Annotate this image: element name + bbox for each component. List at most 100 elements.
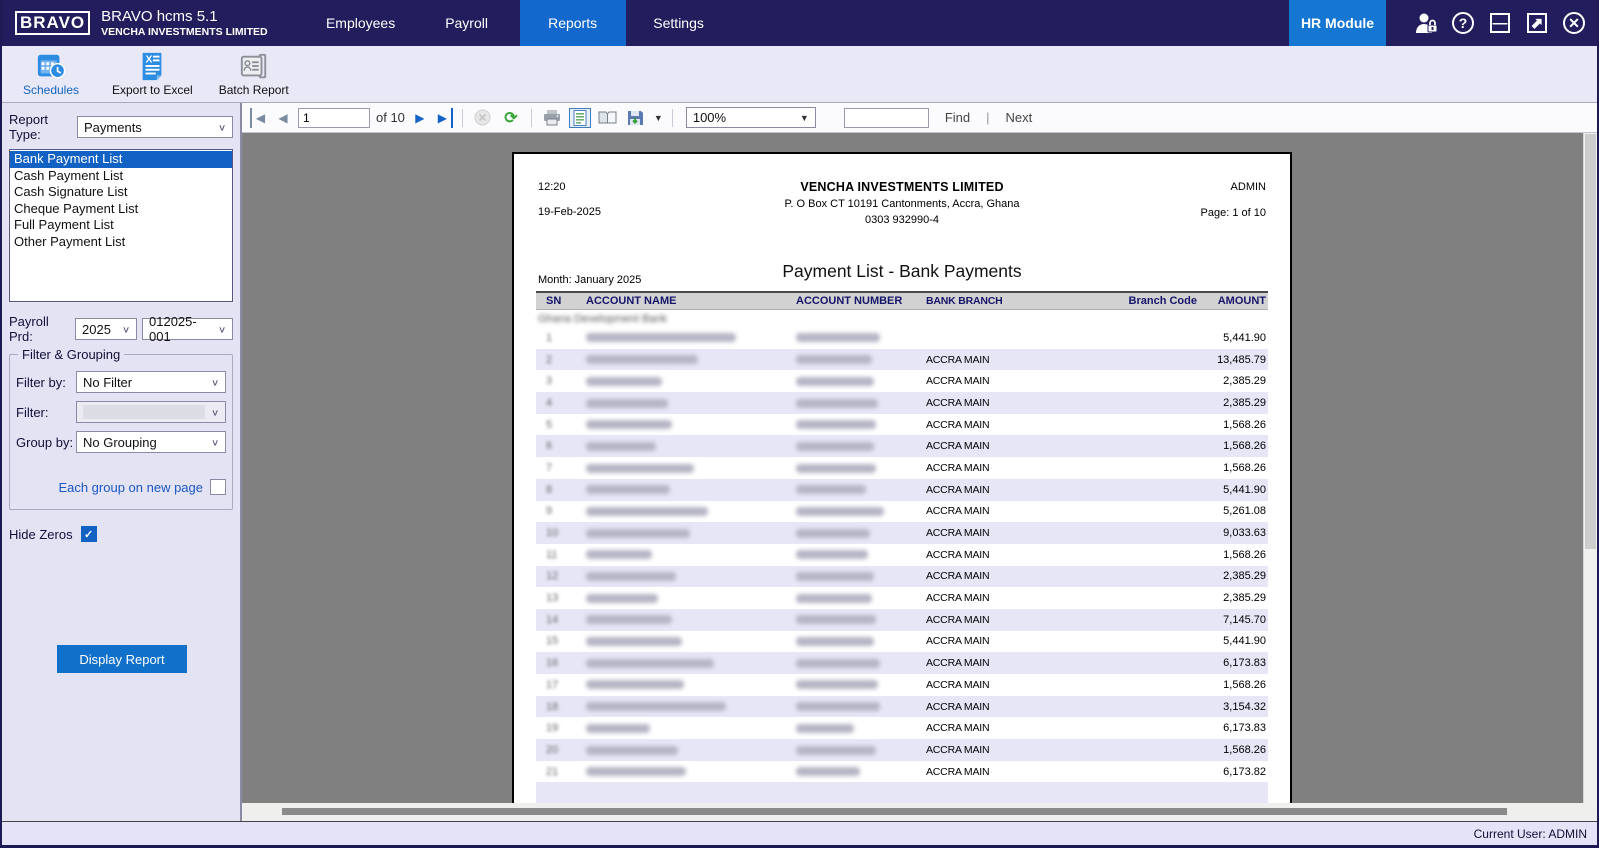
report-viewer: ◀ ◀ of 10 ▶ ▶ ⟳ xyxy=(242,103,1597,821)
cell-account-name-redacted xyxy=(586,354,796,366)
export-save-icon[interactable] xyxy=(625,108,647,128)
cell-account-name-redacted xyxy=(586,505,796,517)
vertical-scrollbar[interactable] xyxy=(1583,133,1597,803)
group-by-select[interactable]: No Grouping∨ xyxy=(76,431,226,453)
cell-account-number-redacted xyxy=(796,635,926,647)
cell-account-number-redacted xyxy=(796,744,926,756)
report-type-select[interactable]: Payments∨ xyxy=(77,116,233,138)
cell-sn: 20 xyxy=(536,744,586,756)
cell-amount: 5,441.90 xyxy=(1197,635,1268,647)
table-row: 15 ACCRA MAIN 5,441.90 xyxy=(536,631,1268,653)
status-bar: Current User: ADMIN xyxy=(2,821,1597,845)
chevron-down-icon: ∨ xyxy=(122,324,130,334)
next-page-button[interactable]: ▶ xyxy=(411,108,429,128)
tab-settings[interactable]: Settings xyxy=(626,0,732,46)
horizontal-scroll-thumb[interactable] xyxy=(282,808,1507,815)
user-lock-icon[interactable] xyxy=(1412,9,1440,37)
help-icon[interactable]: ? xyxy=(1449,9,1477,37)
cell-sn: 4 xyxy=(536,397,586,409)
table-row: 16ACCRA MAIN6,173.83 xyxy=(536,652,1268,674)
find-input[interactable] xyxy=(844,108,929,128)
report-list-item[interactable]: Other Payment List xyxy=(10,234,232,251)
ribbon-toolbar: Schedules X Export to Excel Batch Report xyxy=(2,46,1597,103)
each-group-checkbox[interactable] xyxy=(210,479,226,495)
print-layout-icon[interactable] xyxy=(569,108,591,128)
bank-group-header: Ghana Development Bank xyxy=(536,310,1268,327)
table-row: 14ACCRA MAIN7,145.70 xyxy=(536,609,1268,631)
report-header: 12:20 19-Feb-2025 VENCHA INVESTMENTS LIM… xyxy=(536,179,1268,247)
display-report-button[interactable]: Display Report xyxy=(57,645,187,673)
top-navbar: BRAVO BRAVO hcms 5.1 VENCHA INVESTMENTS … xyxy=(2,0,1597,46)
report-list-item[interactable]: Cash Signature List xyxy=(10,184,232,201)
svg-text:X: X xyxy=(146,54,153,65)
filter-by-select[interactable]: No Filter∨ xyxy=(76,371,226,393)
cell-sn: 15 xyxy=(536,635,586,647)
cell-sn: 11 xyxy=(536,549,586,561)
cell-bank-branch: ACCRA MAIN xyxy=(926,527,1121,539)
vertical-scroll-thumb[interactable] xyxy=(1585,134,1596,549)
cell-sn: 3 xyxy=(536,375,586,387)
report-list-item[interactable]: Cash Payment List xyxy=(10,168,232,185)
cell-account-name-redacted xyxy=(586,722,796,734)
report-list-item[interactable]: Cheque Payment List xyxy=(10,201,232,218)
col-account-number: ACCOUNT NUMBER xyxy=(796,295,926,307)
first-page-button[interactable]: ◀ xyxy=(250,108,268,128)
filter-by-label: Filter by: xyxy=(16,375,76,390)
report-canvas[interactable]: 12:20 19-Feb-2025 VENCHA INVESTMENTS LIM… xyxy=(242,133,1597,803)
batch-report-button[interactable]: Batch Report xyxy=(219,51,289,97)
page-setup-icon[interactable] xyxy=(597,108,619,128)
cell-account-name-redacted xyxy=(586,679,796,691)
cell-account-number-redacted xyxy=(796,701,926,713)
export-dropdown-caret[interactable]: ▼ xyxy=(654,113,663,123)
table-row: 12ACCRA MAIN2,385.29 xyxy=(536,566,1268,588)
cell-account-name-redacted xyxy=(586,375,796,387)
previous-page-button[interactable]: ◀ xyxy=(274,108,292,128)
tab-employees[interactable]: Employees xyxy=(308,0,414,46)
cell-account-number-redacted xyxy=(796,354,926,366)
col-sn: SN xyxy=(536,295,586,307)
col-bank-branch: BANK BRANCH xyxy=(926,295,1121,307)
payroll-year-select[interactable]: 2025∨ xyxy=(75,318,137,340)
page-number-input[interactable] xyxy=(298,108,370,128)
close-icon[interactable]: ✕ xyxy=(1560,9,1588,37)
table-row xyxy=(536,782,1268,803)
cell-amount: 13,485.79 xyxy=(1197,354,1268,366)
horizontal-scrollbar[interactable] xyxy=(242,803,1597,821)
schedules-button[interactable]: Schedules xyxy=(16,51,86,97)
cell-sn: 6 xyxy=(536,440,586,452)
table-row: 6ACCRA MAIN1,568.26 xyxy=(536,435,1268,457)
zoom-select[interactable]: 100%▼ xyxy=(686,107,816,128)
cell-account-number-redacted xyxy=(796,766,926,778)
last-page-button[interactable]: ▶ xyxy=(435,108,453,128)
table-row: 2ACCRA MAIN13,485.79 xyxy=(536,349,1268,371)
viewer-toolbar: ◀ ◀ of 10 ▶ ▶ ⟳ xyxy=(242,103,1597,133)
tab-payroll[interactable]: Payroll xyxy=(414,0,520,46)
cell-amount: 1,568.26 xyxy=(1197,462,1268,474)
restore-icon[interactable]: ⬈ xyxy=(1523,9,1551,37)
hr-module-button[interactable]: HR Module xyxy=(1289,0,1386,46)
report-list-item[interactable]: Full Payment List xyxy=(10,217,232,234)
find-button[interactable]: Find xyxy=(945,110,970,125)
refresh-icon[interactable]: ⟳ xyxy=(500,108,522,128)
cell-account-name-redacted xyxy=(586,527,796,539)
print-icon[interactable] xyxy=(541,108,563,128)
payroll-period-select[interactable]: 012025-001∨ xyxy=(142,318,233,340)
cell-amount: 7,145.70 xyxy=(1197,614,1268,626)
cell-bank-branch: ACCRA MAIN xyxy=(926,635,1121,647)
app-window: BRAVO BRAVO hcms 5.1 VENCHA INVESTMENTS … xyxy=(0,0,1599,848)
chevron-down-icon: ∨ xyxy=(218,122,226,132)
cell-bank-branch: ACCRA MAIN xyxy=(926,766,1121,778)
navbar-right: HR Module ? — ⬈ ✕ xyxy=(1289,0,1597,46)
export-to-excel-button[interactable]: X Export to Excel xyxy=(112,51,193,97)
cell-account-name-redacted xyxy=(586,549,796,561)
cell-amount: 5,261.08 xyxy=(1197,505,1268,517)
filter-select: ∨ xyxy=(76,401,226,423)
report-listbox[interactable]: Bank Payment ListCash Payment ListCash S… xyxy=(9,149,233,302)
find-next-button[interactable]: Next xyxy=(1006,110,1033,125)
cell-sn: 9 xyxy=(536,505,586,517)
report-list-item[interactable]: Bank Payment List xyxy=(10,151,232,168)
hide-zeros-checkbox[interactable]: ✓ xyxy=(81,526,97,542)
batch-report-label: Batch Report xyxy=(219,83,289,97)
minimize-icon[interactable]: — xyxy=(1486,9,1514,37)
tab-reports[interactable]: Reports xyxy=(520,0,626,46)
